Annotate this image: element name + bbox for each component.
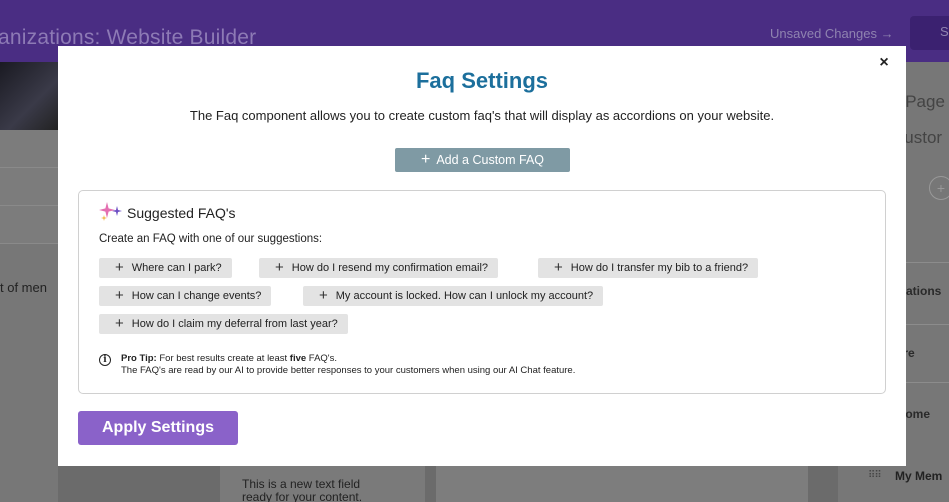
suggestion-chip[interactable]: + How do I transfer my bib to a friend? [538,258,759,278]
suggestion-label: How do I transfer my bib to a friend? [570,262,749,274]
pro-tip-line1: Pro Tip: For best results create at leas… [121,353,337,364]
pro-tip-line2: The FAQ's are read by our AI to provide … [121,365,576,376]
plus-icon: + [115,315,124,332]
suggestion-label: Where can I park? [131,262,222,274]
drag-handle-icon[interactable]: ⠿⠿ [868,470,882,481]
unsaved-changes-indicator: Unsaved Changes → [770,26,894,41]
plus-icon: + [319,287,328,304]
suggestion-chip[interactable]: + Where can I park? [99,258,232,278]
modal-title: Faq Settings [415,68,548,93]
apply-settings-button[interactable]: Apply Settings [78,411,238,445]
suggestion-label: How do I resend my confirmation email? [291,262,489,274]
plus-icon: + [115,259,124,276]
sparkle-icon [99,202,122,221]
plus-icon: + [275,259,284,276]
add-page-icon[interactable]: + [929,176,949,200]
plus-icon: + [115,287,124,304]
add-custom-faq-label: Add a Custom FAQ [436,153,545,167]
left-row[interactable] [0,168,58,206]
left-row[interactable] [0,206,58,244]
arrow-right-icon: → [880,26,894,41]
left-menu-text: t of men [0,280,47,295]
save-button[interactable]: S [910,16,949,50]
plus-icon: + [554,259,563,276]
left-row[interactable] [0,130,58,168]
suggestion-label: How can I change events? [131,290,262,302]
suggested-faqs-subtitle: Create an FAQ with one of our suggestion… [99,233,323,245]
hero-image [0,62,58,130]
suggestion-label: My account is locked. How can I unlock m… [335,290,594,302]
sidebar-item-my-members[interactable]: My Mem [895,469,942,483]
unsaved-changes-label: Unsaved Changes [770,26,877,41]
content-block [436,466,808,502]
faq-settings-modal: × Faq Settings The Faq component allows … [58,46,906,466]
suggestion-chip[interactable]: + How can I change events? [99,286,272,306]
left-panel: t of men [0,62,58,502]
pro-tip-text-end: FAQ's. [306,353,338,364]
info-icon: i [99,354,111,366]
suggestion-chip[interactable]: + How do I claim my deferral from last y… [99,314,348,334]
suggestion-chip[interactable]: + My account is locked. How can I unlock… [303,286,604,306]
suggested-faqs-title: Suggested FAQ's [127,205,236,221]
modal-description: The Faq component allows you to create c… [189,108,775,123]
pro-tip-emphasis: five [289,353,307,364]
pro-tip-label: Pro Tip: [121,353,157,364]
text-field-block: This is a new text field ready for your … [220,466,425,502]
add-custom-faq-button[interactable]: + Add a Custom FAQ [395,148,570,172]
text-field-content: This is a new text field ready for your … [242,477,363,502]
plus-icon: + [420,151,431,168]
pro-tip-text: For best results create at least [156,353,290,364]
suggested-faqs-panel: Suggested FAQ's Create an FAQ with one o… [78,190,886,394]
suggestion-label: How do I claim my deferral from last yea… [131,318,338,330]
suggestion-chip[interactable]: + How do I resend my confirmation email? [259,258,499,278]
